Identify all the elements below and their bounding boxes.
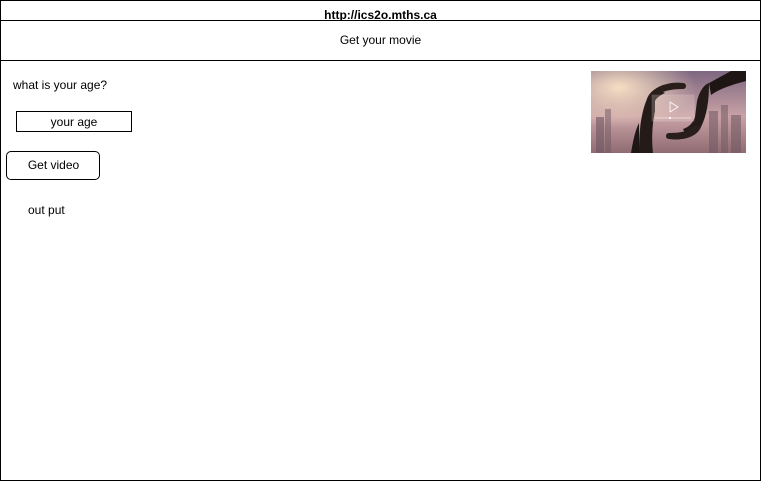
url-bar[interactable]: http://ics2o.mths.ca (1, 1, 760, 21)
age-question-label: what is your age? (13, 78, 108, 92)
age-input[interactable] (16, 111, 132, 132)
movie-thumbnail-image (591, 71, 746, 153)
browser-window: http://ics2o.mths.ca Get your movie what… (0, 0, 761, 481)
page-title: Get your movie (1, 21, 760, 61)
output-text: out put (28, 203, 65, 217)
get-video-button[interactable]: Get video (6, 151, 100, 180)
